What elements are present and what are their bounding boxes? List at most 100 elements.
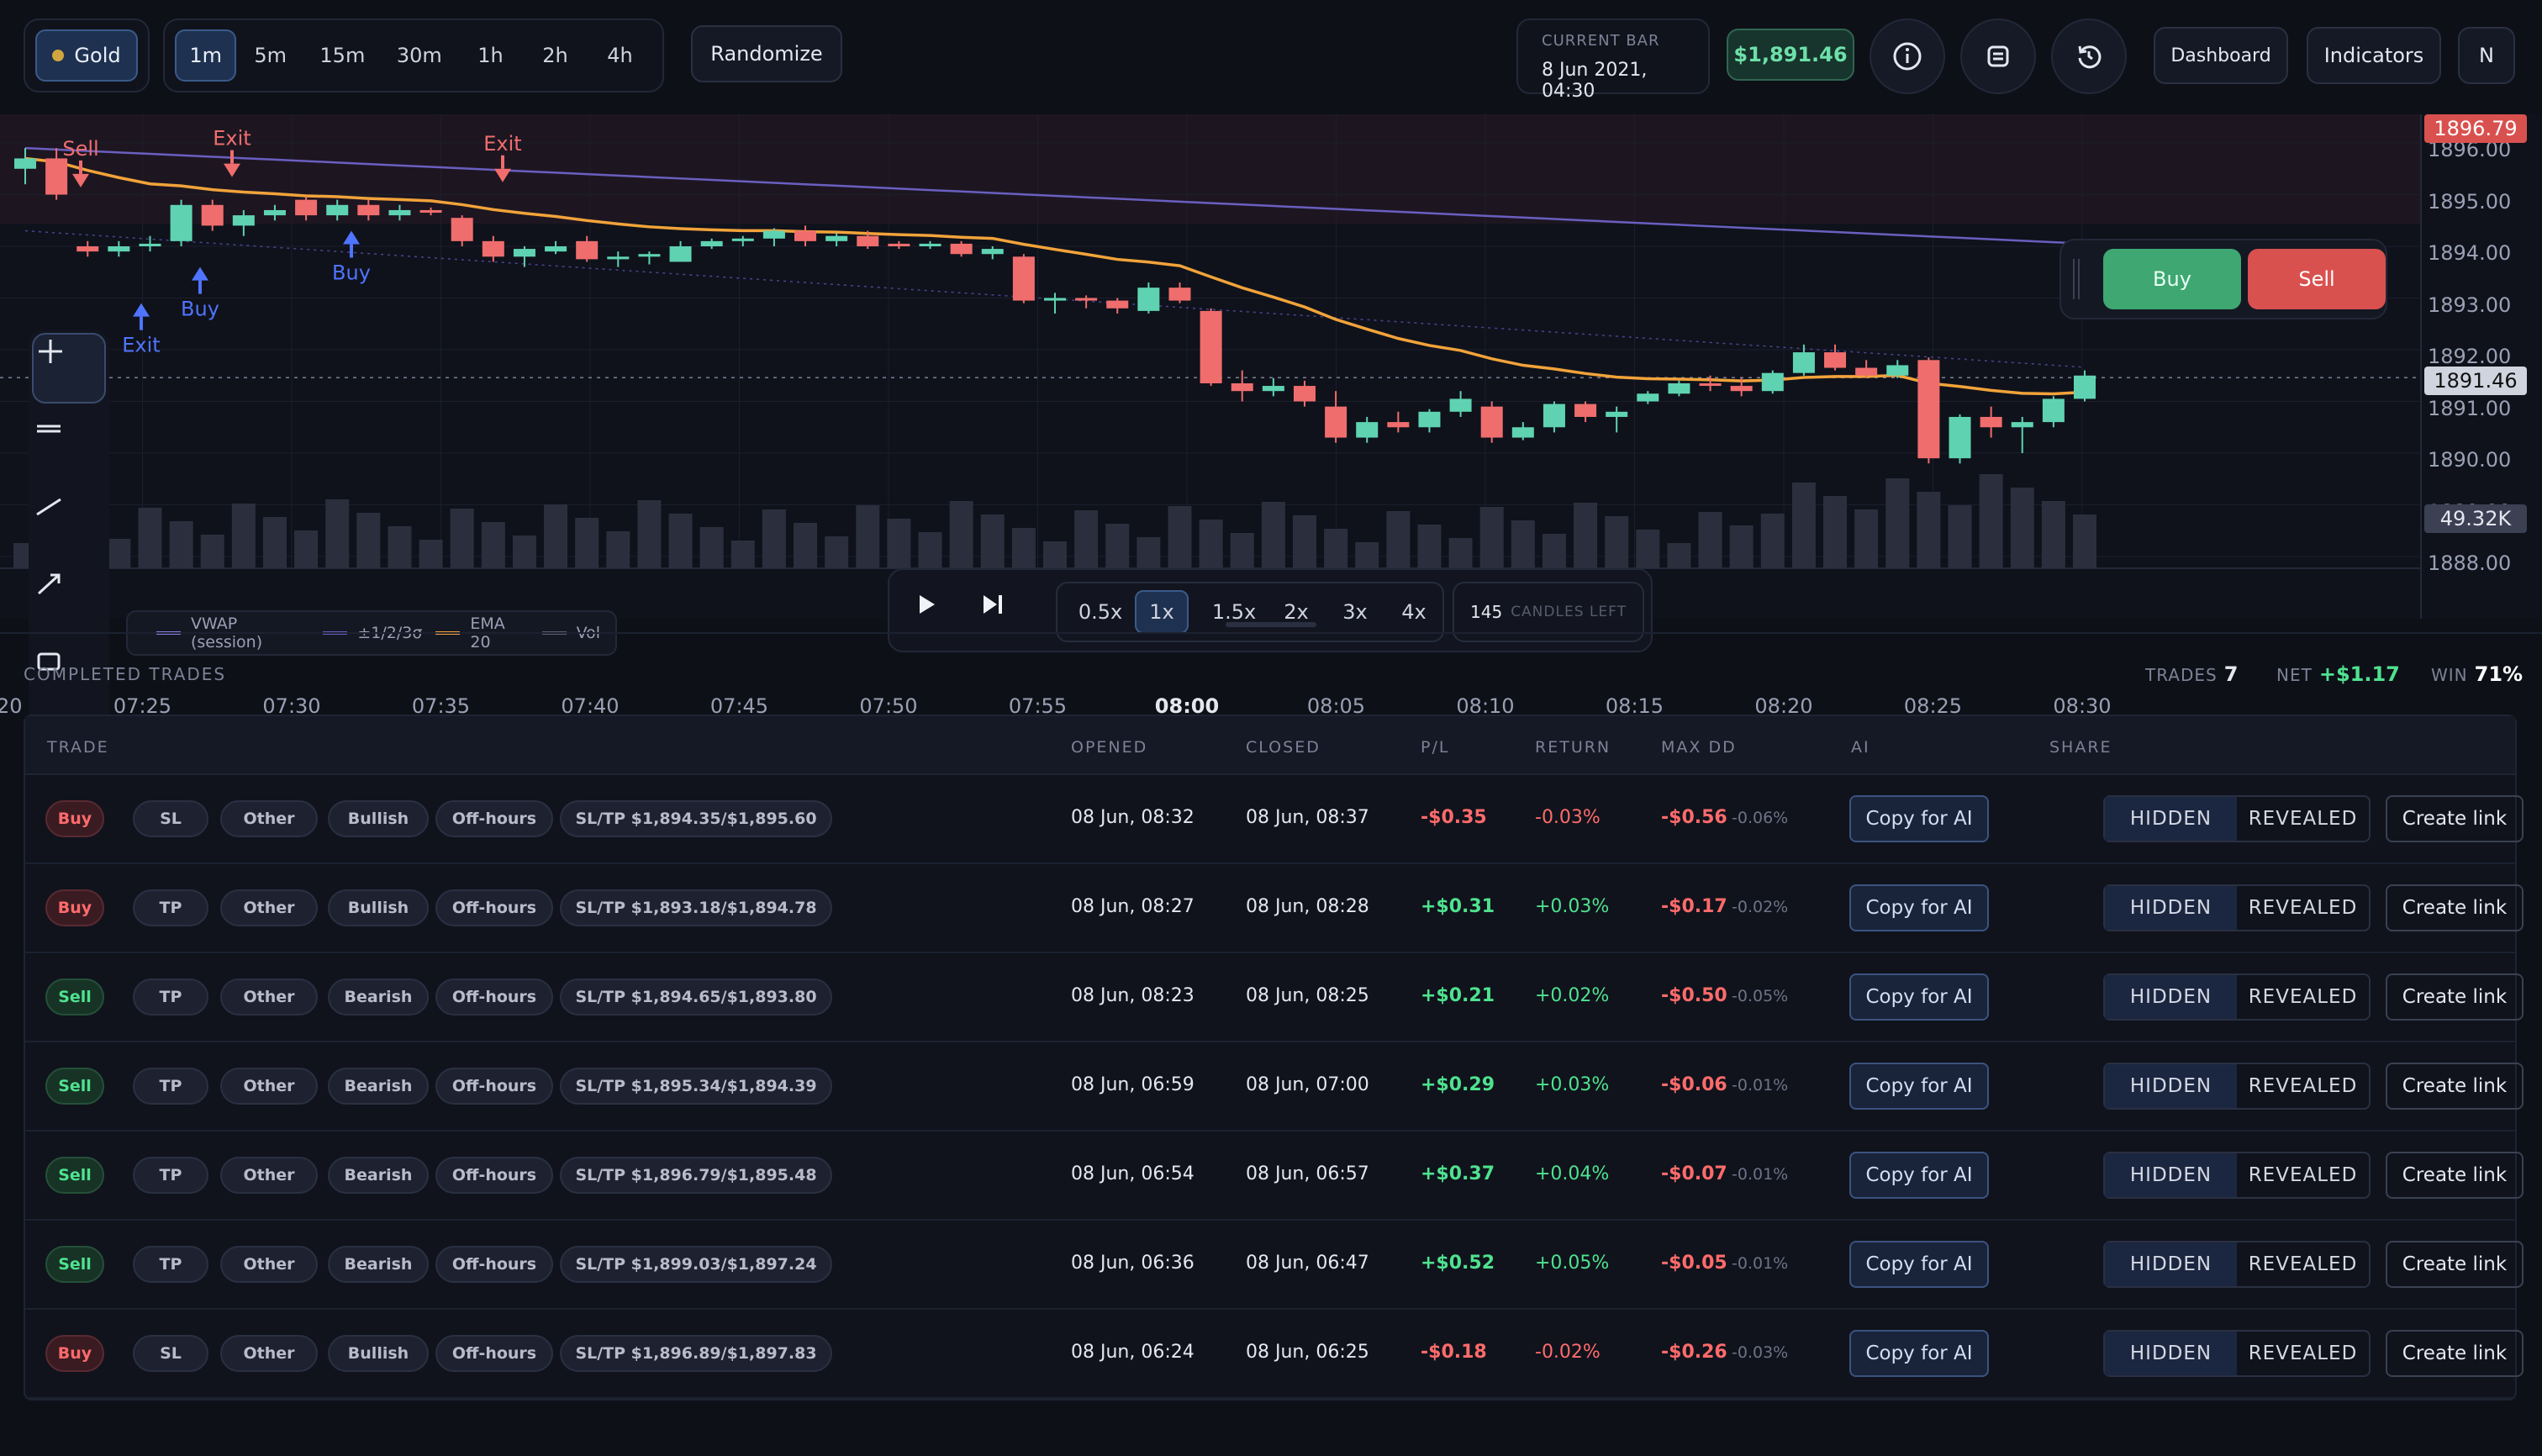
revealed-option[interactable]: REVEALED bbox=[2237, 975, 2369, 1019]
horizontal-line-tool[interactable] bbox=[32, 412, 106, 483]
sell-button[interactable]: Sell bbox=[2248, 249, 2386, 309]
candle-body bbox=[1075, 298, 1098, 301]
column-header-share: SHARE bbox=[2049, 738, 2112, 757]
volume-bar bbox=[1667, 543, 1691, 568]
trade-ret: -0.03% bbox=[1535, 807, 1601, 828]
trendline-tool[interactable] bbox=[32, 489, 106, 560]
price-tick: 1892.00 bbox=[2428, 345, 2512, 368]
revealed-option[interactable]: REVEALED bbox=[2237, 1332, 2369, 1375]
revealed-option[interactable]: REVEALED bbox=[2237, 886, 2369, 930]
timeframe-4h[interactable]: 4h bbox=[588, 29, 652, 82]
speed-0.5x[interactable]: 0.5x bbox=[1066, 590, 1135, 634]
timeframe-15m[interactable]: 15m bbox=[304, 29, 380, 82]
trade-closed: 08 Jun, 06:47 bbox=[1246, 1253, 1369, 1274]
randomize-button[interactable]: Randomize bbox=[691, 25, 842, 82]
replay-controls: 0.5x 1x 1.5x 2x 3x 4x 145 CANDLES LEFT bbox=[888, 568, 1653, 652]
trade-dd-percent: -0.05% bbox=[1732, 987, 1789, 1005]
speed-4x[interactable]: 4x bbox=[1387, 590, 1441, 634]
candle-body bbox=[1200, 310, 1222, 383]
trade-pl: +$0.21 bbox=[1421, 985, 1495, 1006]
plus-icon bbox=[39, 340, 62, 363]
speed-3x[interactable]: 3x bbox=[1326, 590, 1384, 634]
timeframe-30m[interactable]: 30m bbox=[381, 29, 458, 82]
play-button[interactable] bbox=[913, 592, 960, 636]
candle-body bbox=[2011, 422, 2033, 428]
candles-left-count: 145 bbox=[1470, 602, 1503, 622]
create-link-button[interactable]: Create link bbox=[2386, 1063, 2524, 1110]
chart-canvas[interactable]: Sell Exit Exit Buy Buy Exit bbox=[0, 114, 2542, 619]
hidden-option[interactable]: HIDDEN bbox=[2105, 797, 2237, 841]
create-link-button[interactable]: Create link bbox=[2386, 884, 2524, 931]
timeframe-1m[interactable]: 1m bbox=[175, 29, 237, 82]
info-button[interactable] bbox=[1870, 18, 1945, 94]
ray-tool[interactable] bbox=[32, 567, 106, 637]
revealed-option[interactable]: REVEALED bbox=[2237, 1064, 2369, 1108]
indicators-button[interactable]: Indicators bbox=[2307, 27, 2441, 84]
volume-bar bbox=[1105, 524, 1130, 568]
history-button[interactable] bbox=[2051, 18, 2127, 94]
volume-bar bbox=[231, 504, 256, 568]
trade-closed: 08 Jun, 08:37 bbox=[1246, 807, 1369, 828]
timeframe-2h[interactable]: 2h bbox=[523, 29, 588, 82]
timeframe-1h[interactable]: 1h bbox=[458, 29, 523, 82]
sell-marker-label: Sell bbox=[62, 137, 98, 161]
notes-button[interactable] bbox=[1960, 18, 2036, 94]
create-link-button[interactable]: Create link bbox=[2386, 973, 2524, 1021]
candle-body bbox=[607, 256, 630, 260]
copy-for-ai-button[interactable]: Copy for AI bbox=[1849, 1241, 1989, 1288]
buy-button[interactable]: Buy bbox=[2103, 249, 2241, 309]
trade-bias-chip: Bearish bbox=[328, 1157, 429, 1194]
revealed-option[interactable]: REVEALED bbox=[2237, 1153, 2369, 1197]
copy-for-ai-button[interactable]: Copy for AI bbox=[1849, 1152, 1989, 1199]
volume-bar bbox=[980, 514, 1005, 568]
speed-1x[interactable]: 1x bbox=[1135, 590, 1189, 634]
create-link-button[interactable]: Create link bbox=[2386, 1330, 2524, 1377]
visibility-toggle: HIDDEN REVEALED bbox=[2103, 973, 2371, 1021]
revealed-option[interactable]: REVEALED bbox=[2237, 797, 2369, 841]
copy-for-ai-button[interactable]: Copy for AI bbox=[1849, 1330, 1989, 1377]
hidden-option[interactable]: HIDDEN bbox=[2105, 975, 2237, 1019]
resize-handle[interactable] bbox=[1226, 622, 1316, 627]
copy-for-ai-button[interactable]: Copy for AI bbox=[1849, 973, 1989, 1021]
symbol-button[interactable]: Gold bbox=[35, 29, 138, 82]
candle-body bbox=[1106, 300, 1129, 309]
hidden-option[interactable]: HIDDEN bbox=[2105, 1332, 2237, 1375]
price-chart[interactable]: Sell Exit Exit Buy Buy Exit Buy Sell VWAP (se… bbox=[0, 114, 2542, 733]
step-forward-button[interactable] bbox=[978, 592, 1026, 636]
hidden-option[interactable]: HIDDEN bbox=[2105, 886, 2237, 930]
avatar[interactable]: N bbox=[2458, 27, 2515, 84]
win-stat: WIN 71% bbox=[2431, 662, 2523, 686]
timeframe-5m[interactable]: 5m bbox=[236, 29, 304, 82]
revealed-option[interactable]: REVEALED bbox=[2237, 1242, 2369, 1286]
candle-body bbox=[1855, 367, 1878, 376]
volume-bar bbox=[2073, 514, 2096, 568]
create-link-button[interactable]: Create link bbox=[2386, 1241, 2524, 1288]
create-link-button[interactable]: Create link bbox=[2386, 795, 2524, 842]
trade-ret: -0.02% bbox=[1535, 1342, 1601, 1363]
candle-body bbox=[388, 209, 411, 216]
table-row: Buy TP Other Bullish Off-hours SL/TP $1,893.1… bbox=[25, 864, 2524, 953]
speed-1.5x[interactable]: 1.5x bbox=[1197, 590, 1271, 634]
trade-closed: 08 Jun, 08:25 bbox=[1246, 985, 1369, 1006]
candle-body bbox=[1637, 393, 1659, 402]
hidden-option[interactable]: HIDDEN bbox=[2105, 1242, 2237, 1286]
dashboard-button[interactable]: Dashboard bbox=[2154, 27, 2288, 84]
copy-for-ai-button[interactable]: Copy for AI bbox=[1849, 884, 1989, 931]
volume-bar bbox=[1917, 492, 1941, 568]
copy-for-ai-button[interactable]: Copy for AI bbox=[1849, 1063, 1989, 1110]
trade-exit-chip: TP bbox=[133, 1157, 208, 1194]
history-icon bbox=[2078, 45, 2102, 69]
speed-2x[interactable]: 2x bbox=[1269, 590, 1323, 634]
crosshair-tool[interactable] bbox=[32, 333, 106, 404]
volume-bar bbox=[575, 518, 599, 568]
table-row: Buy SL Other Bullish Off-hours SL/TP $1,894.3… bbox=[25, 775, 2524, 864]
completed-trades-title: COMPLETED TRADES bbox=[24, 664, 227, 684]
candle-body bbox=[14, 158, 36, 169]
table-row: Sell TP Other Bearish Off-hours SL/TP $1,895.… bbox=[25, 1042, 2524, 1132]
hidden-option[interactable]: HIDDEN bbox=[2105, 1153, 2237, 1197]
column-header-maxdd: MAX DD bbox=[1661, 738, 1737, 757]
hidden-option[interactable]: HIDDEN bbox=[2105, 1064, 2237, 1108]
drag-handle-icon[interactable] bbox=[2073, 259, 2080, 299]
copy-for-ai-button[interactable]: Copy for AI bbox=[1849, 795, 1989, 842]
create-link-button[interactable]: Create link bbox=[2386, 1152, 2524, 1199]
